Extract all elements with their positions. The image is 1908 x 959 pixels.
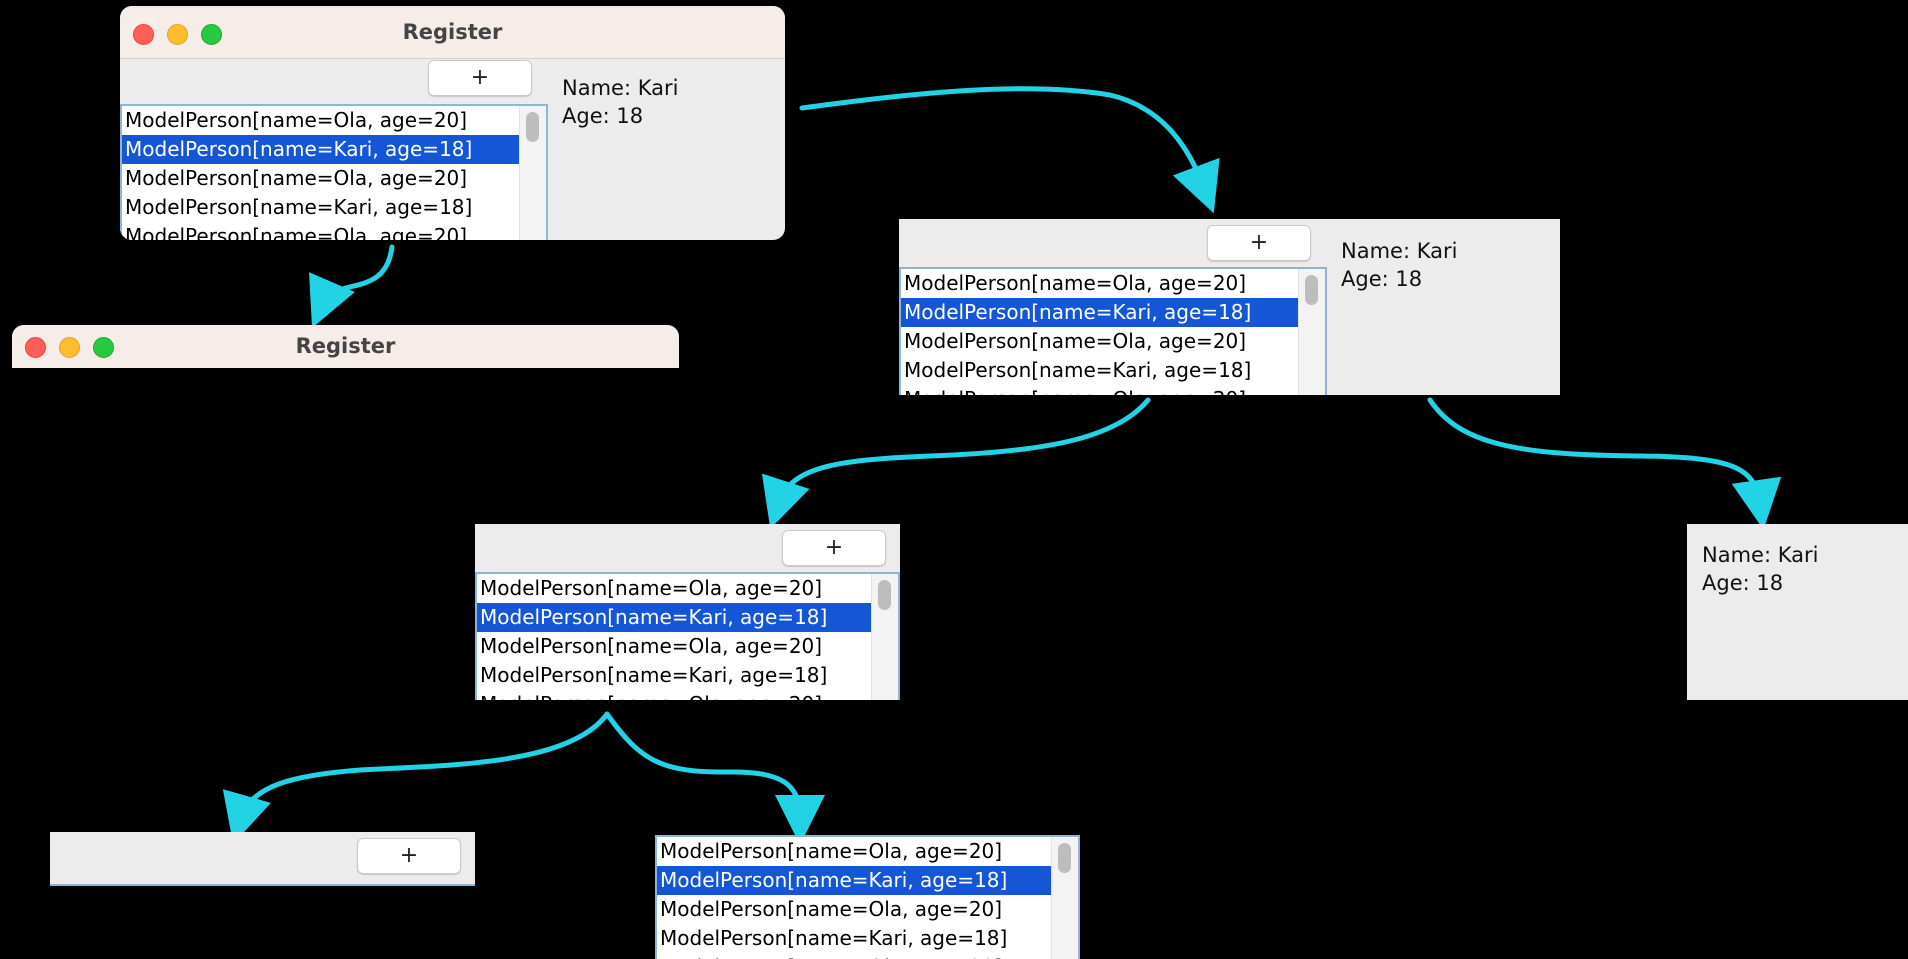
list-item[interactable]: ModelPerson[name=Ola, age=20] xyxy=(477,574,898,603)
person-name-label: Name: Kari xyxy=(1702,543,1819,567)
list-item[interactable]: ModelPerson[name=Ola, age=20] xyxy=(122,106,546,135)
person-list[interactable]: ModelPerson[name=Ola, age=20] ModelPerso… xyxy=(899,267,1327,395)
window-titlebar: Register xyxy=(120,6,785,59)
list-item[interactable]: ModelPerson[name=Ola, age=20] xyxy=(122,222,546,240)
list-item-selected[interactable]: ModelPerson[name=Kari, age=18] xyxy=(901,298,1325,327)
list-item-selected[interactable]: ModelPerson[name=Kari, age=18] xyxy=(122,135,546,164)
titlebar-component: Register xyxy=(12,325,679,368)
toolbar-panel: + xyxy=(50,832,475,886)
list-item-selected[interactable]: ModelPerson[name=Kari, age=18] xyxy=(477,603,898,632)
list-scrollbar[interactable] xyxy=(519,106,546,240)
list-item[interactable]: ModelPerson[name=Ola, age=20] xyxy=(122,164,546,193)
person-name-label: Name: Kari xyxy=(562,76,679,100)
list-item[interactable]: ModelPerson[name=Kari, age=18] xyxy=(477,661,898,690)
list-item[interactable]: ModelPerson[name=Ola, age=20] xyxy=(657,895,1078,924)
person-info: Name: Kari Age: 18 xyxy=(1702,541,1818,597)
scrollbar-thumb[interactable] xyxy=(878,580,891,610)
person-age-label: Age: 18 xyxy=(1341,267,1423,291)
left-panel: + ModelPerson[name=Ola, age=20] ModelPer… xyxy=(475,524,900,700)
person-list[interactable]: ModelPerson[name=Ola, age=20] ModelPerso… xyxy=(120,104,548,240)
list-item[interactable]: ModelPerson[name=Ola, age=20] xyxy=(901,327,1325,356)
arrow-window-to-content xyxy=(799,86,1220,214)
person-age-label: Age: 18 xyxy=(562,104,644,128)
list-item[interactable]: ModelPerson[name=Ola, age=20] xyxy=(657,837,1078,866)
scrollbar-thumb[interactable] xyxy=(1058,843,1071,873)
list-item[interactable]: ModelPerson[name=Ola, age=20] xyxy=(477,690,898,700)
list-item[interactable]: ModelPerson[name=Kari, age=18] xyxy=(657,924,1078,953)
person-list[interactable]: ModelPerson[name=Ola, age=20] ModelPerso… xyxy=(475,572,900,700)
register-window: Register + ModelPerson[name=Ola, age=20]… xyxy=(120,6,785,240)
add-button[interactable]: + xyxy=(428,60,532,96)
list-item[interactable]: ModelPerson[name=Kari, age=18] xyxy=(901,356,1325,385)
person-name-label: Name: Kari xyxy=(1341,239,1458,263)
add-button[interactable]: + xyxy=(357,838,461,874)
list-item[interactable]: ModelPerson[name=Kari, age=18] xyxy=(122,193,546,222)
content-panel: + ModelPerson[name=Ola, age=20] ModelPer… xyxy=(899,219,1560,395)
add-button[interactable]: + xyxy=(1207,225,1311,261)
list-item[interactable]: ModelPerson[name=Ola, age=20] xyxy=(477,632,898,661)
scrollbar-thumb[interactable] xyxy=(1305,275,1318,305)
list-scrollbar[interactable] xyxy=(871,574,898,700)
list-scrollbar[interactable] xyxy=(1051,837,1078,959)
list-scrollbar[interactable] xyxy=(1298,269,1325,395)
window-title: Register xyxy=(402,20,503,44)
add-button[interactable]: + xyxy=(782,530,886,566)
person-age-label: Age: 18 xyxy=(1702,571,1784,595)
arrow-left-to-toolbar xyxy=(222,711,610,845)
list-item[interactable]: ModelPerson[name=Ola, age=20] xyxy=(901,269,1325,298)
info-panel: Name: Kari Age: 18 xyxy=(1687,524,1908,700)
arrow-left-to-list xyxy=(604,711,825,845)
person-info: Name: Kari Age: 18 xyxy=(562,74,678,130)
arrow-window-to-titlebar xyxy=(309,244,395,328)
window-title: Register xyxy=(295,334,396,358)
window-titlebar: Register xyxy=(12,325,679,368)
list-item[interactable]: ModelPerson[name=Ola, age=20] xyxy=(901,385,1325,395)
list-item-selected[interactable]: ModelPerson[name=Kari, age=18] xyxy=(657,866,1078,895)
list-item[interactable]: ModelPerson[name=Ola, age=20] xyxy=(657,953,1078,959)
person-info: Name: Kari Age: 18 xyxy=(1341,237,1457,293)
arrow-content-to-info-panel xyxy=(1427,397,1782,530)
list-panel[interactable]: ModelPerson[name=Ola, age=20] ModelPerso… xyxy=(655,835,1080,959)
arrow-content-to-left-panel xyxy=(761,397,1151,529)
scrollbar-thumb[interactable] xyxy=(526,112,539,142)
